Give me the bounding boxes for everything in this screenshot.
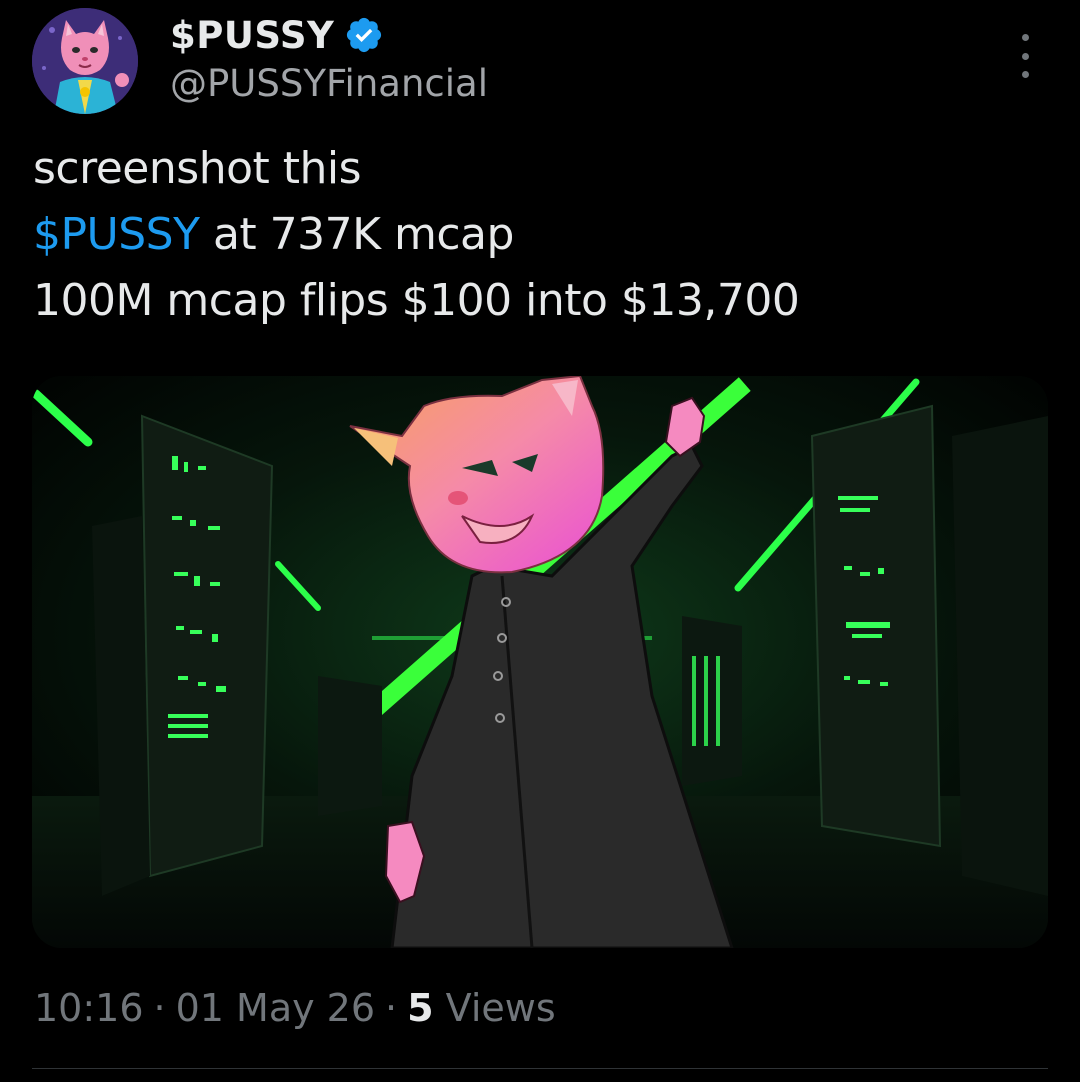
divider <box>32 1068 1048 1069</box>
views-count[interactable]: 5 <box>407 986 433 1030</box>
tweet-line-3: 100M mcap flips $100 into $13,700 <box>33 275 800 326</box>
author-names: $PUSSY @PUSSYFinancial <box>170 10 488 106</box>
tweet-line-2: $PUSSY at 737K mcap <box>33 202 1043 268</box>
display-name[interactable]: $PUSSY <box>170 14 334 57</box>
avatar[interactable] <box>32 8 138 114</box>
meta-separator: · <box>385 986 398 1030</box>
more-options-button[interactable] <box>1010 34 1040 78</box>
author-handle[interactable]: @PUSSYFinancial <box>170 62 488 105</box>
views-label: Views <box>433 986 556 1030</box>
tweet-line-2-text: at 737K mcap <box>199 209 514 260</box>
tweet-text: screenshot this $PUSSY at 737K mcap 100M… <box>33 136 1043 334</box>
tweet-date[interactable]: 01 May 26 <box>176 986 375 1030</box>
display-name-row: $PUSSY <box>170 10 488 60</box>
tweet-header: $PUSSY @PUSSYFinancial <box>32 8 1048 118</box>
tweet-time[interactable]: 10:16 <box>34 986 144 1030</box>
tweet-media[interactable] <box>32 376 1048 948</box>
tweet-line-1: screenshot this <box>33 143 362 194</box>
tweet-meta: 10:16 · 01 May 26 · 5 Views <box>34 986 556 1030</box>
cashtag-link[interactable]: $PUSSY <box>33 209 200 260</box>
meta-separator: · <box>153 986 166 1030</box>
verified-badge-icon <box>344 15 384 55</box>
more-dot <box>1021 52 1029 60</box>
pink-cat-avatar-icon <box>32 8 138 114</box>
more-vertical-icon <box>1021 34 1029 41</box>
more-dot <box>1021 71 1029 78</box>
pink-cat-in-black-coat-server-room-image-icon <box>32 376 1048 948</box>
